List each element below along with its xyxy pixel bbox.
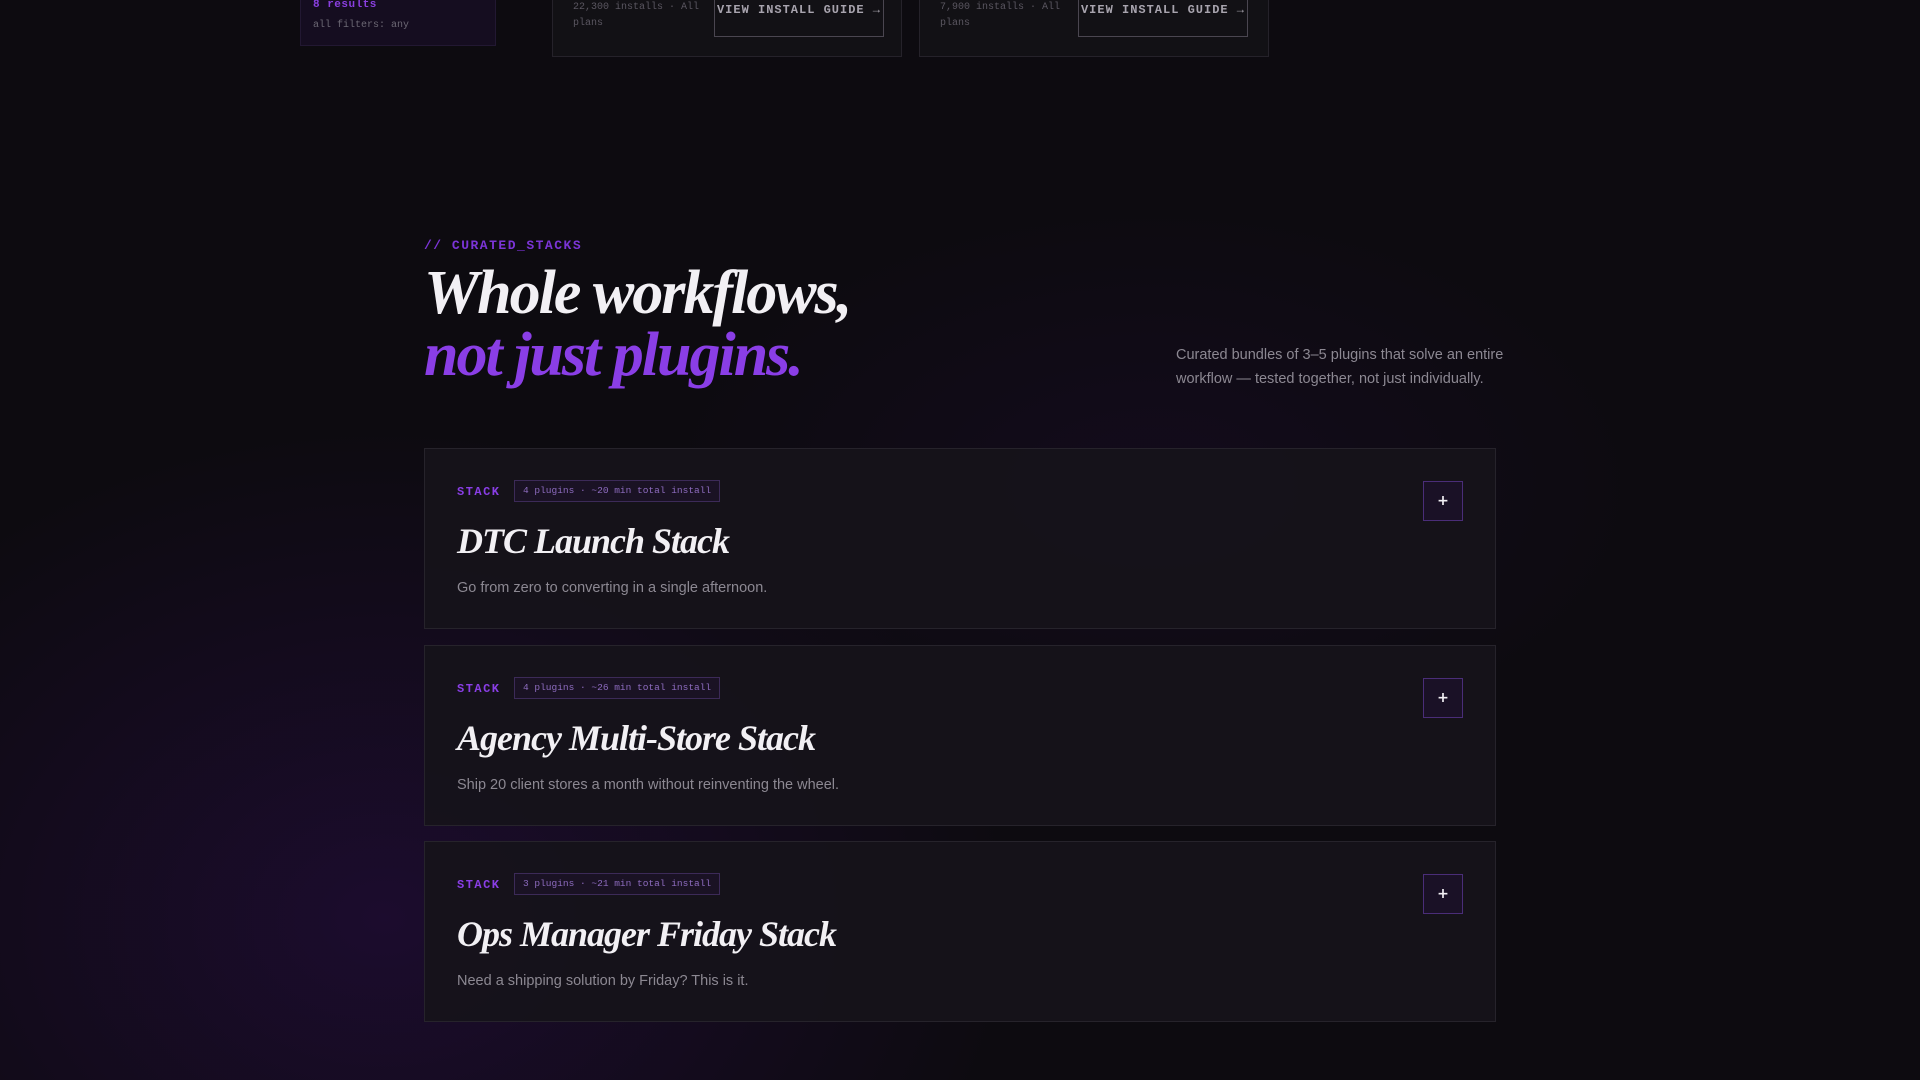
stack-description: Go from zero to converting in a single a… — [457, 580, 768, 596]
headline-line-2-accent: not just plugins. — [424, 321, 804, 389]
plugin-card: 22,300 installs · All plans VIEW INSTALL… — [552, 0, 902, 57]
plugin-card: 7,900 installs · All plans VIEW INSTALL … — [919, 0, 1269, 57]
stack-tag: STACK — [457, 485, 501, 499]
headline-line-1: Whole workflows, — [424, 259, 852, 327]
results-count: 8 results — [313, 0, 377, 11]
plugin-install-meta: 22,300 installs · All plans — [573, 2, 700, 29]
expand-stack-button[interactable]: + — [1423, 678, 1463, 718]
stack-card-agency-multi-store[interactable]: STACK 4 plugins · ~26 min total install … — [424, 645, 1496, 826]
section-intro: Curated bundles of 3–5 plugins that solv… — [1176, 347, 1504, 387]
stack-card-ops-manager-friday[interactable]: STACK 3 plugins · ~21 min total install … — [424, 841, 1496, 1022]
stack-meta-badge: 3 plugins · ~21 min total install — [514, 873, 721, 895]
stack-title: Agency Multi-Store Stack — [457, 718, 816, 758]
section-eyebrow: // CURATED_STACKS — [424, 238, 583, 253]
stack-tag: STACK — [457, 682, 501, 696]
stack-description: Need a shipping solution by Friday? This… — [457, 973, 749, 989]
section-headline: Whole workflows, not just plugins. — [424, 259, 852, 389]
stack-meta-badge: 4 plugins · ~26 min total install — [514, 677, 721, 699]
stack-card-dtc-launch[interactable]: STACK 4 plugins · ~20 min total install … — [424, 448, 1496, 629]
plus-icon: + — [1437, 690, 1449, 706]
plugin-install-meta: 7,900 installs · All plans — [940, 2, 1061, 29]
filter-summary-panel: 8 results all filters: any — [300, 0, 496, 46]
expand-stack-button[interactable]: + — [1423, 481, 1463, 521]
filters-summary: all filters: any — [313, 20, 410, 31]
stack-title: DTC Launch Stack — [457, 521, 730, 561]
plus-icon: + — [1437, 886, 1449, 902]
view-install-guide-button[interactable]: VIEW INSTALL GUIDE → — [714, 0, 884, 37]
view-install-guide-button[interactable]: VIEW INSTALL GUIDE → — [1078, 0, 1248, 37]
stack-meta-badge: 4 plugins · ~20 min total install — [514, 480, 721, 502]
expand-stack-button[interactable]: + — [1423, 874, 1463, 914]
plus-icon: + — [1437, 493, 1449, 509]
stack-title: Ops Manager Friday Stack — [457, 914, 837, 954]
stack-description: Ship 20 client stores a month without re… — [457, 777, 840, 793]
stack-tag: STACK — [457, 878, 501, 892]
